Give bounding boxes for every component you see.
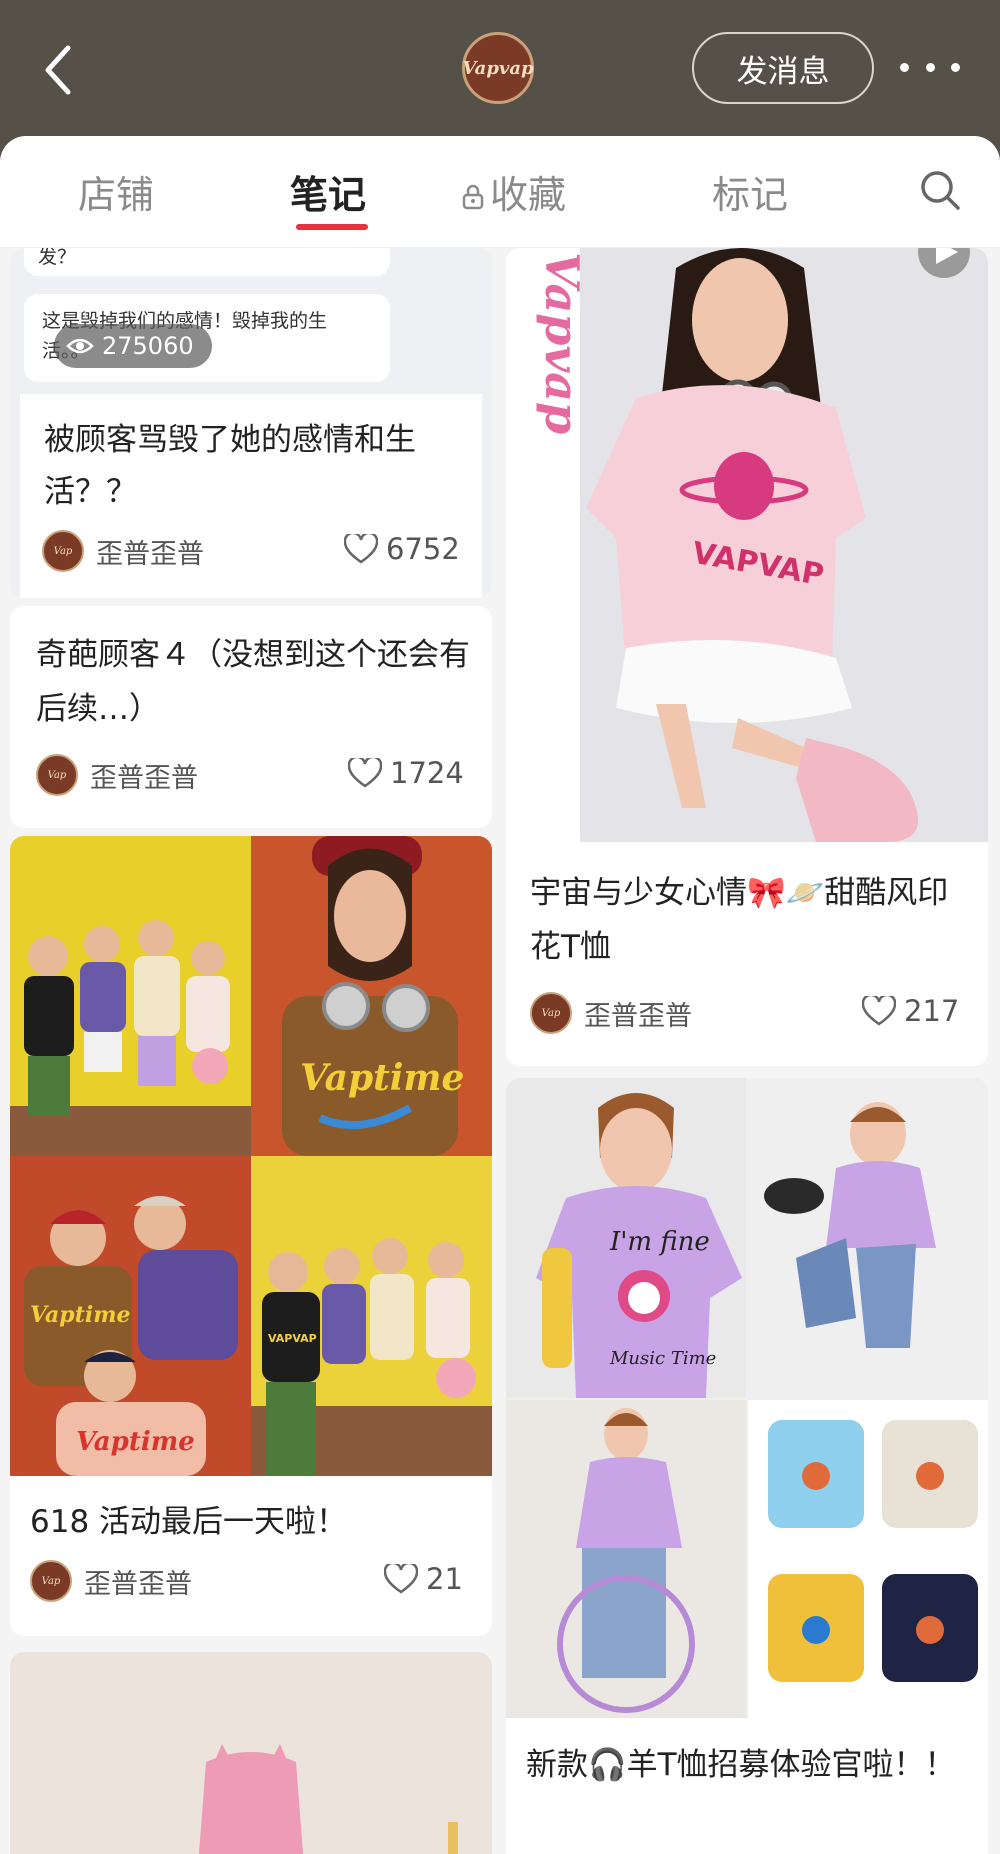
note-cover-image: I'm fine Music Time xyxy=(506,1078,988,1718)
heart-icon xyxy=(862,996,896,1026)
shirt-print: Music Time xyxy=(609,1348,716,1369)
note-title: 奇葩顾客４（没想到这个还会有后续…） xyxy=(36,637,470,727)
back-arrow-icon[interactable] xyxy=(38,40,78,100)
like-count: 1724 xyxy=(390,756,464,790)
tab-bar: 店铺 笔记 收藏 标记 xyxy=(0,136,1000,248)
shirt-print: I'm fine xyxy=(609,1227,710,1257)
like-count: 6752 xyxy=(386,532,460,566)
note-card[interactable]: I'm fine Music Time 新款🎧羊T恤招募体验官啦！！ xyxy=(506,1078,988,1854)
author-name: 歪普歪普 xyxy=(584,1000,692,1032)
heart-icon xyxy=(344,534,378,564)
author-avatar: Vap xyxy=(530,992,572,1034)
tab-favorites[interactable]: 收藏 xyxy=(462,164,566,219)
note-title: 被顾客骂毁了她的感情和生活？？ xyxy=(44,422,416,510)
active-tab-indicator xyxy=(296,224,368,230)
tab-marks[interactable]: 标记 xyxy=(712,164,788,219)
shirt-print: Vaptime xyxy=(300,1057,464,1099)
lock-icon xyxy=(462,175,484,210)
search-icon[interactable] xyxy=(918,168,962,212)
author-name: 歪普歪普 xyxy=(90,762,198,794)
more-dots-icon[interactable] xyxy=(900,52,960,82)
top-bar: Vapvap 发消息 xyxy=(0,0,1000,140)
like-count: 217 xyxy=(904,994,960,1028)
note-cover-image: Vapvap VAPVAP xyxy=(506,248,988,842)
note-card[interactable]: Vapvap VAPVAP 宇宙与少女心情🎀🪐甜酷风印花T恤 Vap 歪普歪普 … xyxy=(506,248,988,1066)
like-button[interactable]: 6752 xyxy=(344,532,460,566)
shirt-print: Vaptime xyxy=(30,1302,130,1328)
tab-notes[interactable]: 笔记 xyxy=(290,164,366,219)
note-title: 宇宙与少女心情🎀🪐甜酷风印花T恤 xyxy=(530,875,949,965)
author-avatar: Vap xyxy=(30,1560,72,1602)
heart-icon xyxy=(348,758,382,788)
brand-avatar[interactable]: Vapvap xyxy=(462,32,534,104)
heart-icon xyxy=(384,1564,418,1594)
note-card[interactable]: 发？ 这是毁掉我们的感情！毁掉我的生活。。 275060 被顾客骂毁了她的感情和… xyxy=(10,248,492,598)
like-button[interactable]: 21 xyxy=(384,1562,463,1596)
note-author[interactable]: Vap 歪普歪普 xyxy=(36,754,198,796)
like-button[interactable]: 217 xyxy=(862,994,959,1028)
chat-bubble: 发？ xyxy=(24,248,390,276)
shirt-print: VAPVAP xyxy=(268,1332,317,1345)
note-cover-image: Vaptime Vaptime Vaptime VAPVAP xyxy=(10,836,492,1476)
brand-side-text: Vapvap xyxy=(535,252,589,434)
author-avatar: Vap xyxy=(42,530,84,572)
view-count-badge: 275060 xyxy=(54,324,212,368)
like-count: 21 xyxy=(426,1562,463,1596)
notes-feed[interactable]: 发？ 这是毁掉我们的感情！毁掉我的生活。。 275060 被顾客骂毁了她的感情和… xyxy=(0,248,1000,1854)
note-author[interactable]: Vap 歪普歪普 xyxy=(42,530,204,572)
note-title: 618 活动最后一天啦！ xyxy=(30,1504,348,1540)
note-title: 新款🎧羊T恤招募体验官啦！！ xyxy=(526,1747,956,1783)
note-author[interactable]: Vap 歪普歪普 xyxy=(530,992,692,1034)
note-cover-image xyxy=(10,1652,492,1854)
send-message-button[interactable]: 发消息 xyxy=(692,32,874,104)
author-name: 歪普歪普 xyxy=(96,538,204,570)
shirt-print: Vaptime xyxy=(76,1427,195,1457)
like-button[interactable]: 1724 xyxy=(348,756,464,790)
view-count: 275060 xyxy=(102,332,194,360)
note-card[interactable]: Vaptime Vaptime Vaptime VAPVAP 618 活动最后一… xyxy=(10,836,492,1636)
note-card[interactable]: 奇葩顾客４（没想到这个还会有后续…） Vap 歪普歪普 1724 xyxy=(10,606,492,828)
tab-store[interactable]: 店铺 xyxy=(78,164,154,219)
author-name: 歪普歪普 xyxy=(84,1568,192,1600)
tab-favorites-label: 收藏 xyxy=(490,173,567,217)
author-avatar: Vap xyxy=(36,754,78,796)
eye-icon xyxy=(66,338,94,354)
brand-logo-text: Vapvap xyxy=(462,57,534,79)
note-card[interactable] xyxy=(10,1652,492,1854)
note-author[interactable]: Vap 歪普歪普 xyxy=(30,1560,192,1602)
